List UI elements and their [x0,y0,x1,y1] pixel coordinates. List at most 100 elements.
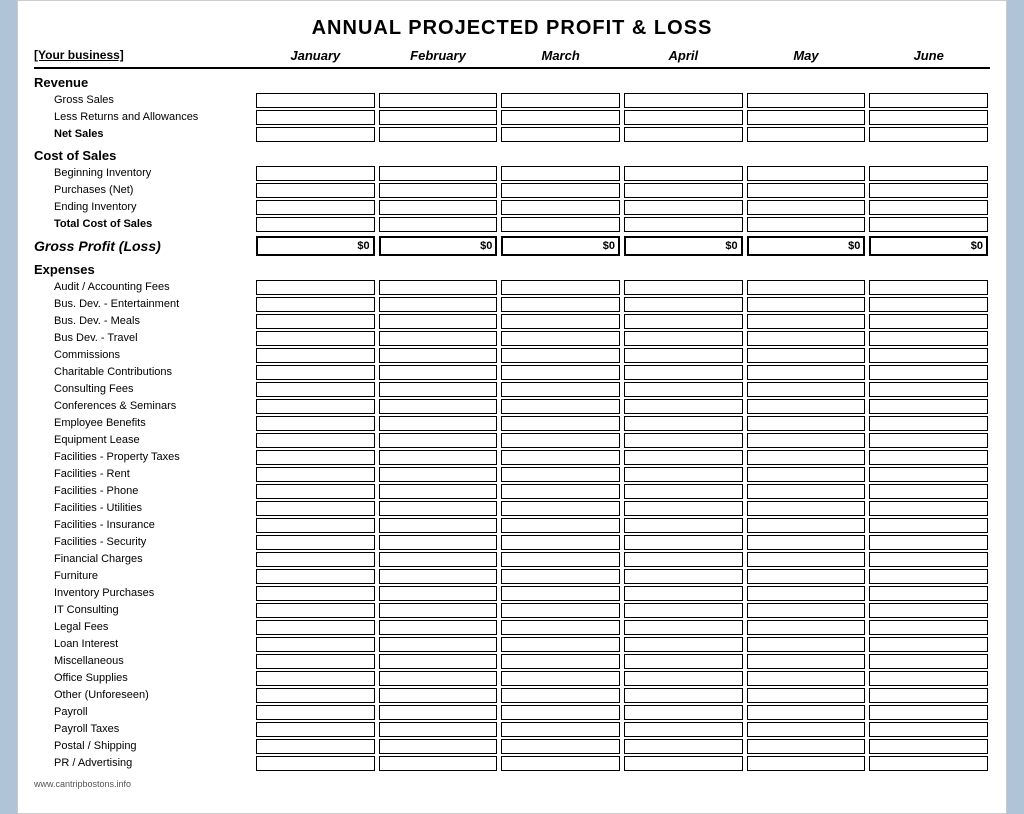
cell[interactable] [869,348,988,363]
cell[interactable] [501,183,620,198]
cell[interactable] [624,217,743,232]
cell[interactable] [624,280,743,295]
cell[interactable] [869,569,988,584]
cell[interactable] [747,433,866,448]
cell[interactable] [379,217,498,232]
cell[interactable] [747,603,866,618]
cell[interactable] [869,705,988,720]
cell[interactable] [379,569,498,584]
cell[interactable] [869,501,988,516]
cell[interactable] [256,705,375,720]
cell[interactable] [501,552,620,567]
cell[interactable] [869,127,988,142]
cell[interactable] [747,450,866,465]
cell[interactable] [624,127,743,142]
cell[interactable] [624,501,743,516]
cell[interactable] [256,450,375,465]
cell[interactable] [869,535,988,550]
cell[interactable] [256,348,375,363]
cell[interactable] [624,484,743,499]
cell[interactable] [256,297,375,312]
cell[interactable] [624,671,743,686]
cell[interactable] [256,416,375,431]
cell[interactable] [501,467,620,482]
cell[interactable] [256,166,375,181]
cell[interactable] [869,654,988,669]
cell[interactable] [869,280,988,295]
cell[interactable] [379,297,498,312]
cell[interactable] [624,297,743,312]
cell[interactable] [869,110,988,125]
cell[interactable] [747,501,866,516]
cell[interactable] [501,314,620,329]
cell[interactable] [747,183,866,198]
cell[interactable] [501,433,620,448]
cell[interactable] [624,166,743,181]
cell[interactable] [379,654,498,669]
cell[interactable] [379,586,498,601]
cell[interactable] [624,586,743,601]
cell[interactable] [379,93,498,108]
cell[interactable] [747,688,866,703]
cell[interactable] [379,433,498,448]
cell[interactable] [379,603,498,618]
cell[interactable] [501,756,620,771]
cell[interactable] [624,200,743,215]
gross-profit-may[interactable]: $0 [747,236,866,256]
cell[interactable] [869,450,988,465]
cell[interactable] [624,314,743,329]
cell[interactable] [379,450,498,465]
cell[interactable] [256,314,375,329]
cell[interactable] [624,654,743,669]
cell[interactable] [256,365,375,380]
cell[interactable] [747,518,866,533]
cell[interactable] [501,620,620,635]
cell[interactable] [501,297,620,312]
gross-profit-feb[interactable]: $0 [379,236,498,256]
cell[interactable] [747,348,866,363]
cell[interactable] [747,217,866,232]
cell[interactable] [747,484,866,499]
cell[interactable] [256,280,375,295]
cell[interactable] [501,450,620,465]
cell[interactable] [624,110,743,125]
cell[interactable] [869,217,988,232]
cell[interactable] [256,739,375,754]
cell[interactable] [379,110,498,125]
cell[interactable] [501,637,620,652]
cell[interactable] [379,331,498,346]
cell[interactable] [379,183,498,198]
cell[interactable] [501,217,620,232]
cell[interactable] [747,620,866,635]
cell[interactable] [501,722,620,737]
cell[interactable] [624,722,743,737]
cell[interactable] [501,331,620,346]
cell[interactable] [624,756,743,771]
gross-profit-jan[interactable]: $0 [256,236,375,256]
cell[interactable] [379,416,498,431]
cell[interactable] [624,705,743,720]
cell[interactable] [256,552,375,567]
cell[interactable] [869,739,988,754]
cell[interactable] [379,535,498,550]
cell[interactable] [379,518,498,533]
cell[interactable] [869,603,988,618]
cell[interactable] [256,331,375,346]
cell[interactable] [256,620,375,635]
cell[interactable] [869,200,988,215]
cell[interactable] [747,280,866,295]
cell[interactable] [379,314,498,329]
cell[interactable] [501,348,620,363]
cell[interactable] [747,200,866,215]
cell[interactable] [869,382,988,397]
cell[interactable] [501,280,620,295]
cell[interactable] [747,93,866,108]
cell[interactable] [256,603,375,618]
gross-profit-apr[interactable]: $0 [624,236,743,256]
cell[interactable] [256,127,375,142]
cell[interactable] [379,166,498,181]
cell[interactable] [869,297,988,312]
gross-profit-jun[interactable]: $0 [869,236,988,256]
cell[interactable] [501,603,620,618]
cell[interactable] [869,722,988,737]
